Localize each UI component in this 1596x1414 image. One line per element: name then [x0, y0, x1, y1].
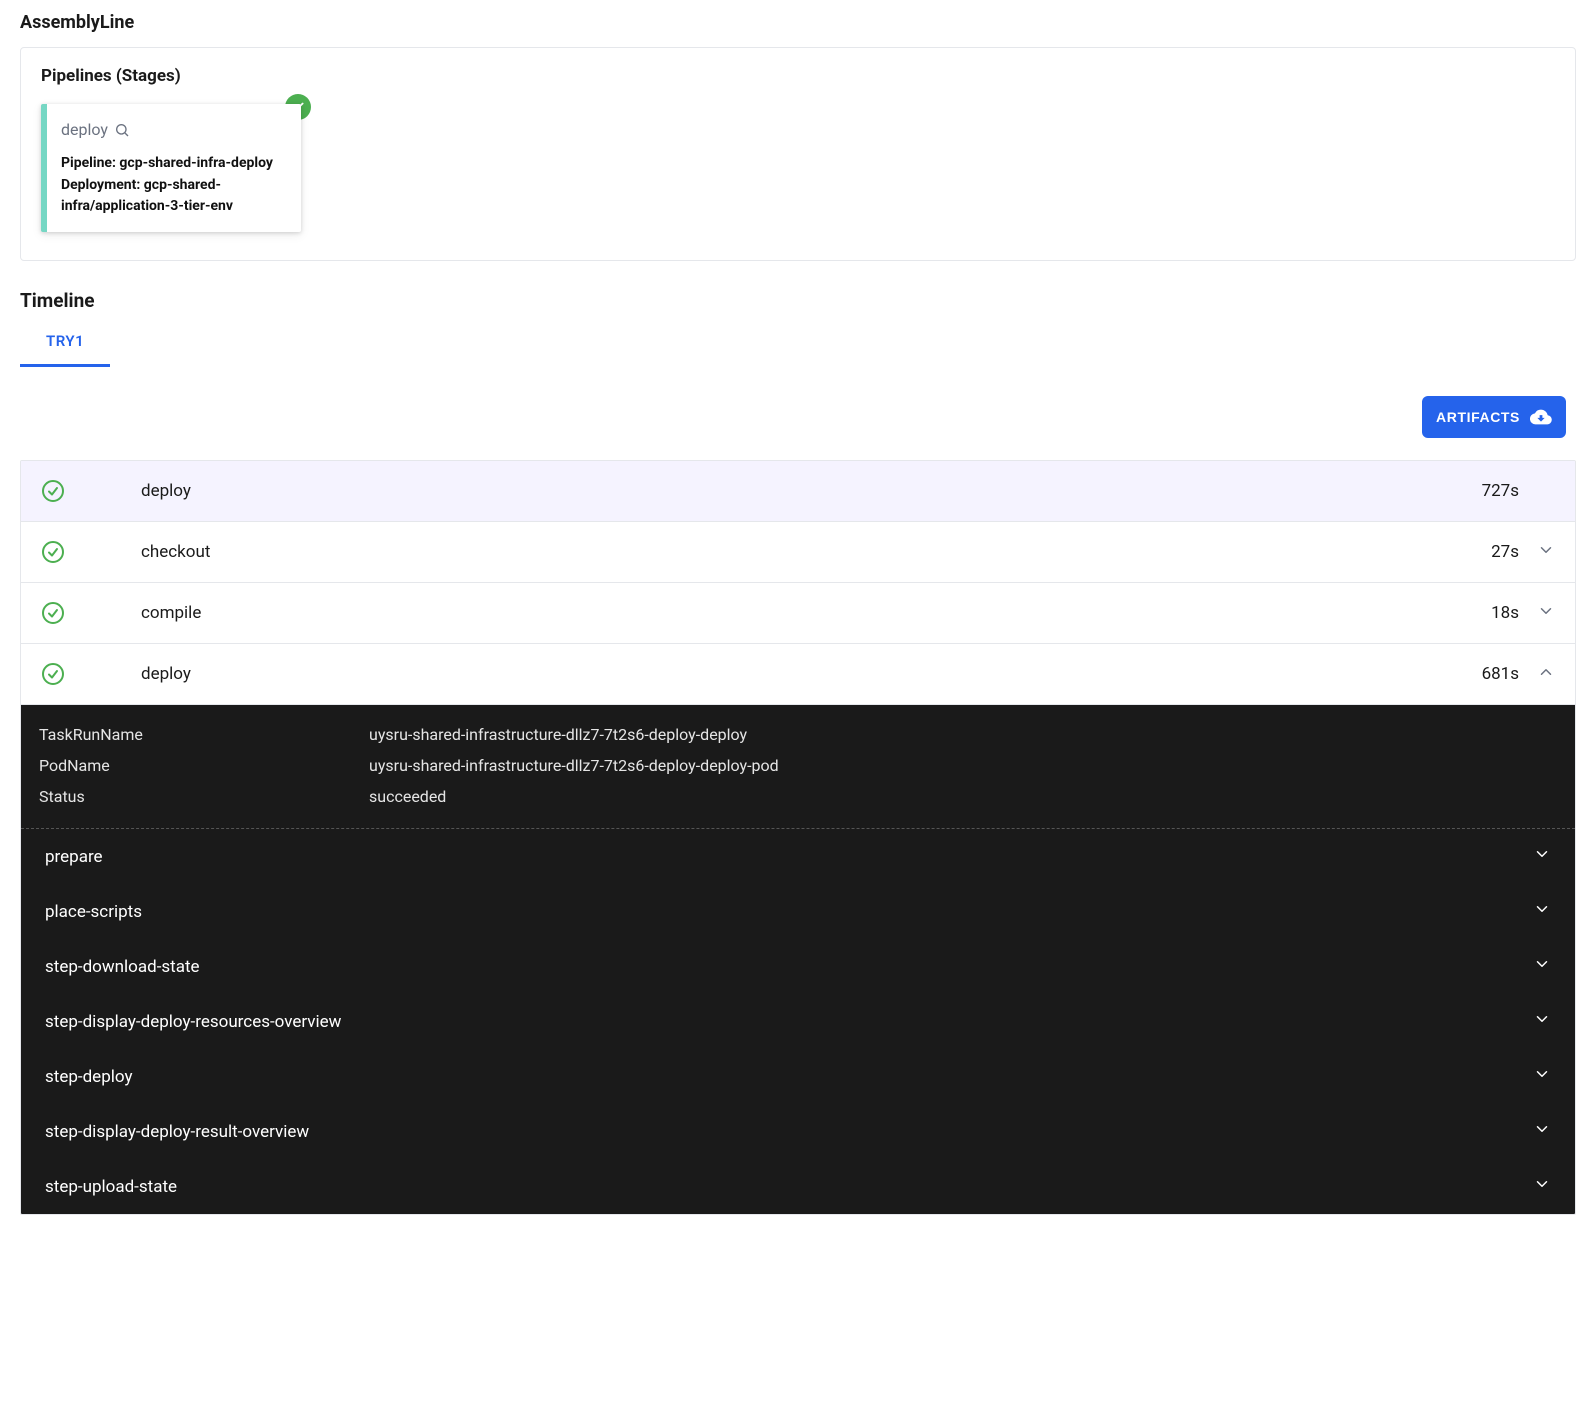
chevron-down-icon	[1533, 900, 1551, 923]
status-check-icon	[41, 540, 141, 564]
stage-deployment-line: Deployment: gcp-shared-infra/application…	[61, 175, 287, 218]
step-row[interactable]: step-deploy	[21, 1049, 1575, 1104]
step-name: step-deploy	[45, 1067, 133, 1087]
task-meta-row: TaskRunNameuysru-shared-infrastructure-d…	[39, 719, 1557, 750]
artifacts-button-label: ARTIFACTS	[1436, 409, 1520, 425]
status-check-icon	[41, 479, 141, 503]
step-row[interactable]: step-display-deploy-result-overview	[21, 1104, 1575, 1159]
step-row[interactable]: step-upload-state	[21, 1159, 1575, 1214]
task-row[interactable]: checkout27s	[21, 522, 1575, 583]
step-name: step-download-state	[45, 957, 200, 977]
task-row[interactable]: compile18s	[21, 583, 1575, 644]
artifacts-button[interactable]: ARTIFACTS	[1422, 396, 1566, 438]
task-duration: 727s	[1439, 481, 1519, 501]
timeline-title: Timeline	[20, 289, 1576, 312]
chevron-down-icon	[1533, 1010, 1551, 1033]
chevron-down-icon	[1533, 845, 1551, 868]
step-row[interactable]: step-download-state	[21, 939, 1575, 994]
search-icon[interactable]	[114, 122, 130, 138]
task-duration: 18s	[1439, 603, 1519, 623]
meta-label: PodName	[39, 756, 369, 775]
pipelines-panel: Pipelines (Stages) deploy Pipeline: gcp-…	[20, 47, 1576, 261]
task-name: compile	[141, 603, 1439, 623]
chevron-down-icon	[1533, 955, 1551, 978]
meta-label: TaskRunName	[39, 725, 369, 744]
status-check-icon	[41, 662, 141, 686]
task-duration: 27s	[1439, 542, 1519, 562]
meta-value: uysru-shared-infrastructure-dllz7-7t2s6-…	[369, 725, 747, 744]
download-cloud-icon	[1530, 406, 1552, 428]
chevron-down-icon	[1519, 602, 1555, 625]
step-row[interactable]: prepare	[21, 829, 1575, 884]
chevron-down-icon	[1519, 541, 1555, 564]
step-name: prepare	[45, 847, 103, 867]
task-meta-row: Statussucceeded	[39, 781, 1557, 812]
chevron-down-icon	[1533, 1065, 1551, 1088]
step-name: step-upload-state	[45, 1177, 177, 1197]
task-meta-row: PodNameuysru-shared-infrastructure-dllz7…	[39, 750, 1557, 781]
chevron-down-icon	[1533, 1175, 1551, 1198]
meta-value: succeeded	[369, 787, 446, 806]
task-name: deploy	[141, 481, 1439, 501]
stage-name: deploy	[61, 120, 108, 139]
task-duration: 681s	[1439, 664, 1519, 684]
task-row: deploy727s	[21, 461, 1575, 522]
status-check-icon	[41, 601, 141, 625]
meta-value: uysru-shared-infrastructure-dllz7-7t2s6-…	[369, 756, 779, 775]
tab-try1[interactable]: TRY1	[20, 318, 110, 367]
meta-label: Status	[39, 787, 369, 806]
task-name: deploy	[141, 664, 1439, 684]
pipelines-panel-title: Pipelines (Stages)	[41, 66, 1555, 86]
step-row[interactable]: step-display-deploy-resources-overview	[21, 994, 1575, 1049]
task-list: deploy727scheckout27scompile18sdeploy681…	[20, 460, 1576, 1215]
step-name: place-scripts	[45, 902, 142, 922]
task-detail-panel: TaskRunNameuysru-shared-infrastructure-d…	[21, 705, 1575, 1214]
stage-pipeline-line: Pipeline: gcp-shared-infra-deploy	[61, 153, 287, 175]
step-name: step-display-deploy-result-overview	[45, 1122, 309, 1142]
task-name: checkout	[141, 542, 1439, 562]
task-row[interactable]: deploy681s	[21, 644, 1575, 705]
step-name: step-display-deploy-resources-overview	[45, 1012, 341, 1032]
timeline-tabs: TRY1	[20, 318, 1576, 368]
chevron-up-icon	[1519, 663, 1555, 686]
step-row[interactable]: place-scripts	[21, 884, 1575, 939]
chevron-down-icon	[1533, 1120, 1551, 1143]
assemblyline-title: AssemblyLine	[20, 12, 1576, 33]
stage-card[interactable]: deploy Pipeline: gcp-shared-infra-deploy…	[41, 104, 301, 232]
